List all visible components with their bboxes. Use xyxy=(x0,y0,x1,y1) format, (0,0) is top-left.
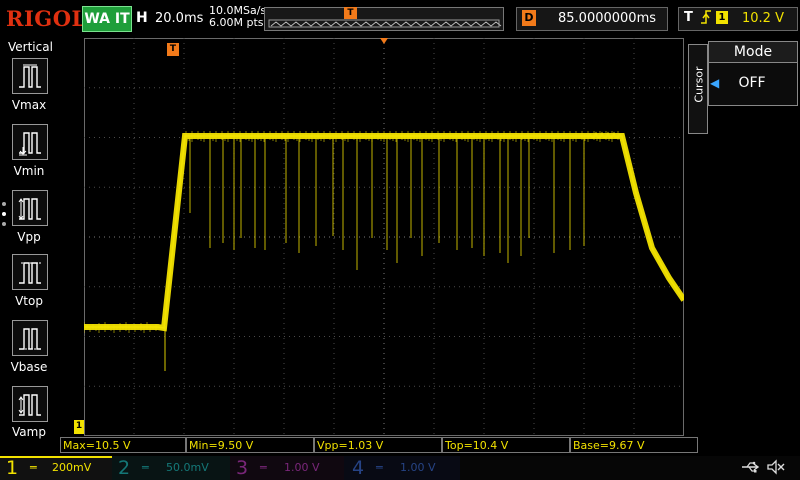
measurement-item[interactable]: Base=9.67 V xyxy=(570,437,698,453)
trigger-position-marker: T xyxy=(344,7,357,19)
panel-title: Vertical xyxy=(8,40,53,54)
channel1-number: 1 xyxy=(6,457,19,479)
vbase-label: Vbase xyxy=(10,360,48,374)
brand-logo: RIGOL xyxy=(6,6,87,31)
vamp-button[interactable] xyxy=(12,386,48,422)
vtop-button[interactable] xyxy=(12,254,48,290)
vamp-icon xyxy=(18,394,41,416)
vmin-button[interactable] xyxy=(12,124,48,160)
mode-label: Mode xyxy=(708,41,798,63)
trigger-time-marker[interactable]: T xyxy=(167,43,179,56)
rising-edge-icon xyxy=(700,9,712,29)
vbase-button[interactable] xyxy=(12,320,48,356)
delay-value: 85.0000000ms xyxy=(558,11,657,26)
dc-coupling-icon: ═ xyxy=(376,461,383,474)
page-dot-active xyxy=(2,212,6,216)
sample-rate: 10.0MSa/s xyxy=(209,4,267,17)
dc-coupling-icon: ═ xyxy=(30,461,37,474)
dc-coupling-icon: ═ xyxy=(142,461,149,474)
vtop-icon xyxy=(19,262,41,284)
usb-icon xyxy=(740,459,762,479)
channel3-number: 3 xyxy=(236,457,249,479)
vpp-button[interactable] xyxy=(12,190,48,226)
delay-icon: D xyxy=(522,10,536,26)
page-indicator-dots xyxy=(2,202,6,232)
trigger-label: T xyxy=(684,10,693,25)
run-status-badge[interactable]: WA IT xyxy=(82,6,132,32)
channel2-scale: 50.0mV xyxy=(166,461,209,474)
channel3-scale: 1.00 V xyxy=(284,461,320,474)
waveform-grid xyxy=(83,38,687,436)
trigger-level-value: 10.2 V xyxy=(742,11,784,26)
channel4-number: 4 xyxy=(352,457,365,479)
vmin-label: Vmin xyxy=(13,164,45,178)
measurement-item[interactable]: Top=10.4 V xyxy=(442,437,570,453)
vbase-icon xyxy=(19,328,41,350)
channel1-trace xyxy=(189,138,585,270)
channel1-offset-marker[interactable]: 1 xyxy=(74,420,84,434)
vpp-label: Vpp xyxy=(17,230,41,244)
vmin-icon xyxy=(19,132,41,156)
page-dot xyxy=(2,202,6,206)
mode-value: OFF xyxy=(738,75,766,91)
vmax-icon xyxy=(19,64,41,88)
center-marker-icon xyxy=(380,38,388,44)
vmax-label: Vmax xyxy=(11,98,47,112)
dc-coupling-icon: ═ xyxy=(260,461,267,474)
channel2-number: 2 xyxy=(118,457,131,479)
vamp-label: Vamp xyxy=(12,425,46,439)
page-dot xyxy=(2,222,6,226)
memory-overview-graphic xyxy=(268,19,502,28)
measurement-item[interactable]: Max=10.5 V xyxy=(60,437,186,453)
memory-depth: 6.00M pts xyxy=(209,16,264,29)
waveform-display[interactable] xyxy=(83,38,687,436)
memory-waveform-overview[interactable] xyxy=(264,7,504,31)
vtop-label: Vtop xyxy=(15,294,43,308)
trigger-source-badge: 1 xyxy=(716,11,728,24)
vmax-button[interactable] xyxy=(12,58,48,94)
timebase-value[interactable]: 20.0ms xyxy=(155,11,203,26)
channel4-scale: 1.00 V xyxy=(400,461,436,474)
mute-icon[interactable] xyxy=(766,458,786,480)
horizontal-label: H xyxy=(136,10,148,26)
cursor-tab-label: Cursor xyxy=(692,66,706,103)
measurement-item[interactable]: Min=9.50 V xyxy=(186,437,314,453)
channel1-trace xyxy=(84,135,685,329)
vpp-icon xyxy=(18,198,41,220)
channel1-scale: 200mV xyxy=(52,461,92,474)
measurement-item[interactable]: Vpp=1.03 V xyxy=(314,437,442,453)
